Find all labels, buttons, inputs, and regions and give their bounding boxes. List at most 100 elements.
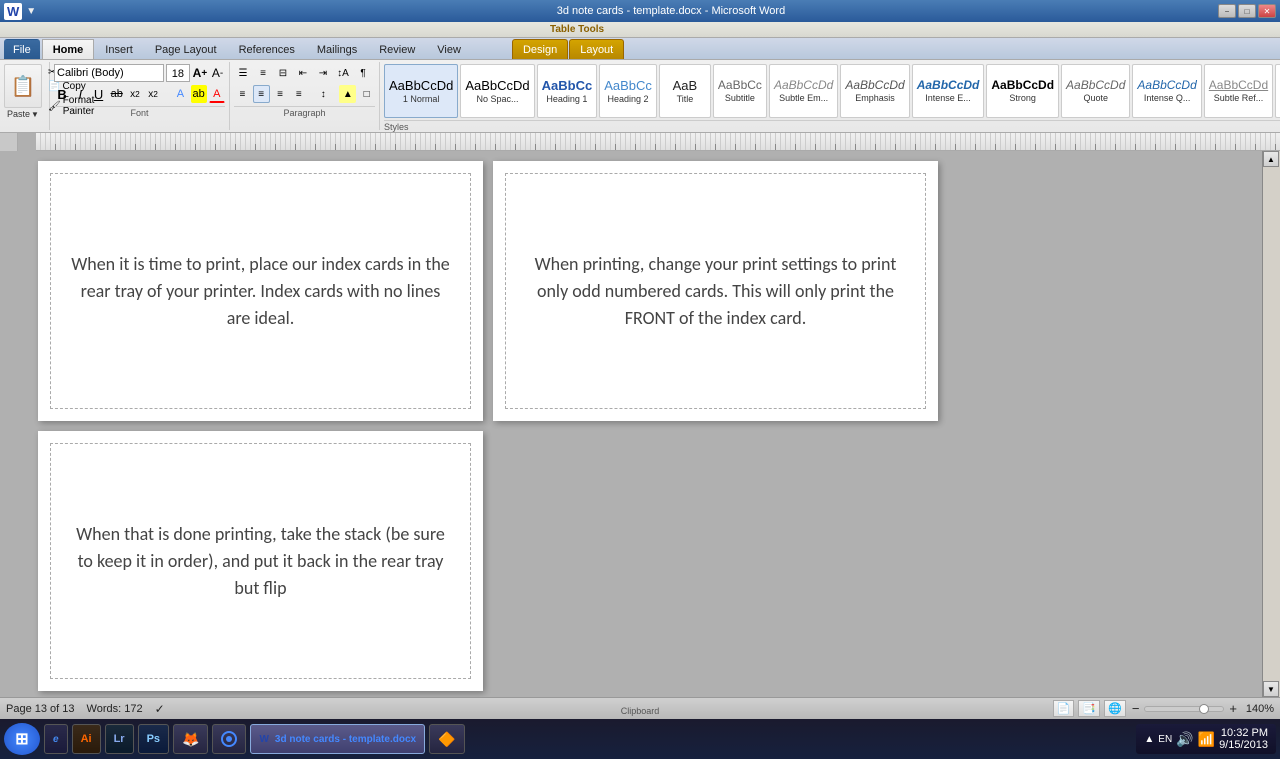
scroll-up-button[interactable]: ▲: [1263, 151, 1279, 167]
justify-button[interactable]: ≡: [290, 85, 307, 103]
font-color-button[interactable]: A: [209, 85, 225, 103]
tab-insert[interactable]: Insert: [94, 39, 144, 59]
close-button[interactable]: ✕: [1258, 4, 1276, 18]
tab-file[interactable]: File: [4, 39, 40, 59]
card-page-1: When it is time to print, place our inde…: [38, 161, 483, 421]
tray-lang: EN: [1158, 734, 1172, 745]
scroll-track[interactable]: [1263, 167, 1280, 681]
page-content[interactable]: When it is time to print, place our inde…: [18, 151, 1262, 697]
tab-design[interactable]: Design: [512, 39, 568, 59]
cards-grid: When it is time to print, place our inde…: [38, 161, 938, 691]
taskbar-photoshop[interactable]: Ps: [138, 724, 169, 754]
align-right-button[interactable]: ≡: [272, 85, 289, 103]
style-subtle-em[interactable]: AaBbCcDd Subtle Em...: [769, 64, 838, 118]
underline-button[interactable]: U: [90, 85, 106, 103]
card-empty: [493, 431, 938, 691]
minimize-button[interactable]: −: [1218, 4, 1236, 18]
zoom-slider[interactable]: [1144, 706, 1224, 712]
font-grow-button[interactable]: A+: [192, 64, 209, 82]
decrease-indent-button[interactable]: ⇤: [294, 64, 312, 82]
font-size-input[interactable]: 18: [166, 64, 190, 82]
clipboard-group: 📋 Paste ▼ ✂ Cut 📄 Copy 🖌 Format Painter …: [0, 62, 50, 130]
align-left-button[interactable]: ≡: [234, 85, 251, 103]
font-group-label: Font: [54, 106, 225, 118]
style-subtitle[interactable]: AaBbCc Subtitle: [713, 64, 767, 118]
bold-button[interactable]: B: [54, 85, 70, 103]
style-heading2[interactable]: AaBbCc Heading 2: [599, 64, 657, 118]
tab-home[interactable]: Home: [42, 39, 95, 59]
tab-mailings[interactable]: Mailings: [306, 39, 368, 59]
start-button[interactable]: ⊞: [4, 723, 40, 755]
font-name-input[interactable]: [54, 64, 164, 82]
document-area: When it is time to print, place our inde…: [0, 151, 1280, 697]
taskbar-word-label: 3d note cards - template.docx: [275, 734, 416, 745]
date-display: 9/15/2013: [1219, 739, 1268, 751]
restore-button[interactable]: □: [1238, 4, 1256, 18]
tray-volume[interactable]: 🔊: [1176, 731, 1193, 748]
sort-button[interactable]: ↕A: [334, 64, 352, 82]
right-scrollbar[interactable]: ▲ ▼: [1262, 151, 1280, 697]
taskbar-firefox[interactable]: 🦊: [173, 724, 208, 754]
style-intense-r[interactable]: AaBbCcDc Intense R...: [1275, 64, 1280, 118]
line-spacing-button[interactable]: ↕: [315, 85, 332, 103]
taskbar-word[interactable]: W 3d note cards - template.docx: [250, 724, 425, 754]
show-marks-button[interactable]: ¶: [354, 64, 372, 82]
ruler: [36, 133, 1280, 151]
style-quote[interactable]: AaBbCcDd Quote: [1061, 64, 1130, 118]
taskbar-vlc[interactable]: 🔶: [429, 724, 464, 754]
tab-view[interactable]: View: [426, 39, 472, 59]
word-icon: W: [4, 3, 22, 20]
tab-page-layout[interactable]: Page Layout: [144, 39, 228, 59]
taskbar-ie[interactable]: e: [44, 724, 68, 754]
numbering-button[interactable]: ≡: [254, 64, 272, 82]
highlight-button[interactable]: ab: [191, 85, 207, 103]
style-subtle-ref[interactable]: AaBbCcDd Subtle Ref...: [1204, 64, 1273, 118]
increase-indent-button[interactable]: ⇥: [314, 64, 332, 82]
strikethrough-button[interactable]: ab: [109, 85, 125, 103]
ribbon-content: 📋 Paste ▼ ✂ Cut 📄 Copy 🖌 Format Painter …: [0, 60, 1280, 132]
card-text-1: When it is time to print, place our inde…: [71, 251, 450, 332]
tray-show-hidden[interactable]: ▲: [1144, 734, 1154, 745]
superscript-button[interactable]: x2: [145, 85, 161, 103]
style-no-spacing[interactable]: AaBbCcDd No Spac...: [460, 64, 534, 118]
tab-layout[interactable]: Layout: [569, 39, 624, 59]
tab-review[interactable]: Review: [368, 39, 426, 59]
title-bar: W ▼ 3d note cards - template.docx - Micr…: [0, 0, 1280, 22]
style-normal[interactable]: AaBbCcDd 1 Normal: [384, 64, 458, 118]
card-inner-2: When printing, change your print setting…: [505, 173, 926, 409]
tab-references[interactable]: References: [228, 39, 306, 59]
scroll-down-button[interactable]: ▼: [1263, 681, 1279, 697]
paste-button[interactable]: 📋: [4, 64, 42, 108]
paste-arrow[interactable]: ▼: [31, 110, 39, 119]
style-strong[interactable]: AaBbCcDd Strong: [986, 64, 1059, 118]
styles-label: Styles: [384, 122, 409, 132]
card-text-3: When that is done printing, take the sta…: [71, 521, 450, 602]
card-page-2: When printing, change your print setting…: [493, 161, 938, 421]
style-heading1[interactable]: AaBbCc Heading 1: [537, 64, 598, 118]
style-intense-e[interactable]: AaBbCcDd Intense E...: [912, 64, 985, 118]
taskbar-chrome[interactable]: [212, 724, 246, 754]
clock[interactable]: 10:32 PM 9/15/2013: [1219, 727, 1268, 751]
card-inner-3: When that is done printing, take the sta…: [50, 443, 471, 679]
style-intense-q[interactable]: AaBbCcDd Intense Q...: [1132, 64, 1201, 118]
font-shrink-button[interactable]: A-: [210, 64, 225, 82]
window-title: 3d note cards - template.docx - Microsof…: [124, 5, 1218, 17]
paragraph-group: ☰ ≡ ⊟ ⇤ ⇥ ↕A ¶ ≡ ≡ ≡ ≡ ↕ ▲ □ Paragraph: [230, 62, 380, 130]
system-tray: ▲ EN 🔊 📶 10:32 PM 9/15/2013: [1136, 724, 1276, 754]
style-title[interactable]: AaB Title: [659, 64, 711, 118]
tray-network[interactable]: 📶: [1198, 731, 1215, 748]
multilevel-button[interactable]: ⊟: [274, 64, 292, 82]
style-emphasis[interactable]: AaBbCcDd Emphasis: [840, 64, 909, 118]
subscript-button[interactable]: x2: [127, 85, 143, 103]
border-button[interactable]: □: [358, 85, 375, 103]
shading-button[interactable]: ▲: [339, 85, 356, 103]
italic-button[interactable]: I: [72, 85, 88, 103]
taskbar-lightroom[interactable]: Lr: [105, 724, 134, 754]
card-page-3: When that is done printing, take the sta…: [38, 431, 483, 691]
text-effects-button[interactable]: A: [172, 85, 188, 103]
time-display: 10:32 PM: [1221, 727, 1268, 739]
taskbar-adobe[interactable]: Ai: [72, 724, 101, 754]
align-center-button[interactable]: ≡: [253, 85, 270, 103]
font-group: 18 A+ A- B I U ab x2 x2 A ab A Font: [50, 62, 230, 130]
bullets-button[interactable]: ☰: [234, 64, 252, 82]
